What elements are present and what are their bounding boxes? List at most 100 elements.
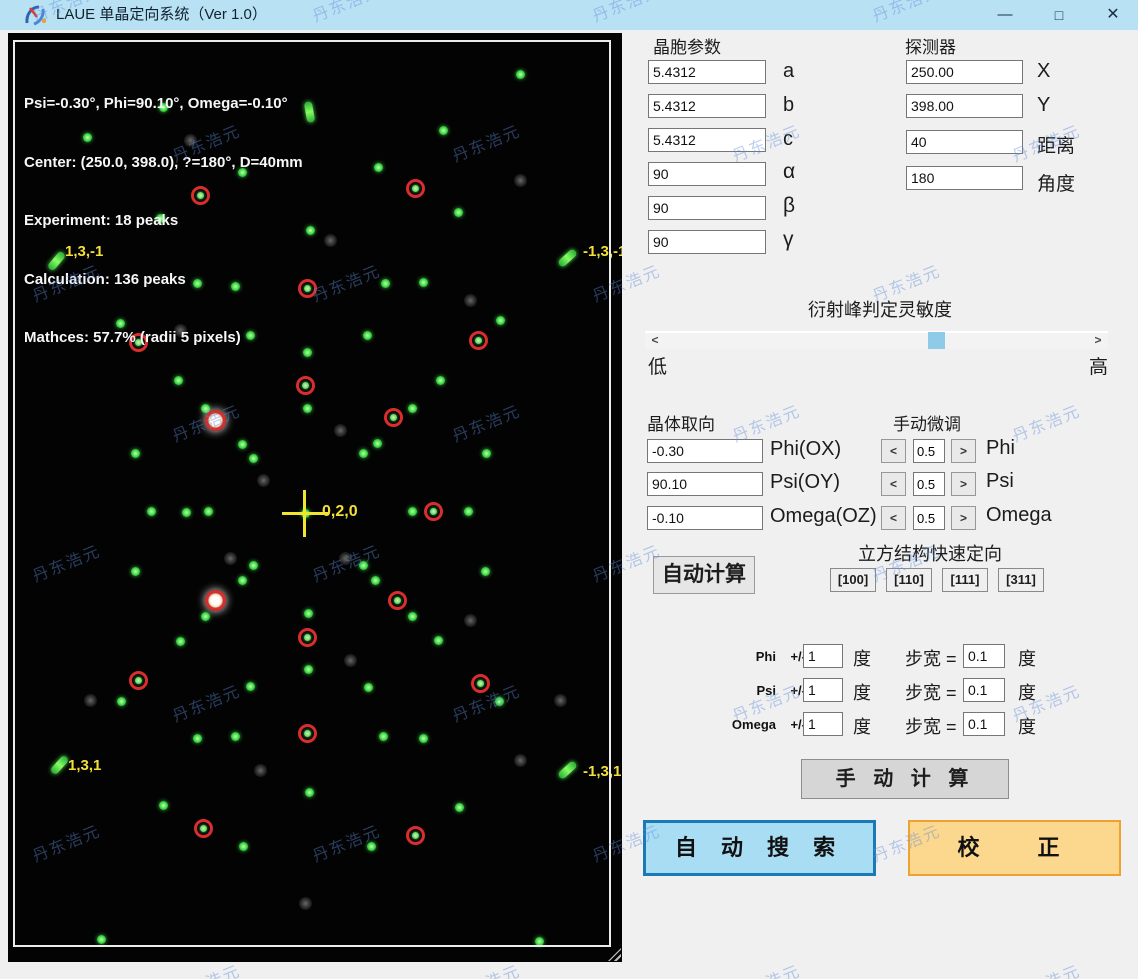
sensitivity-high-label: 高	[1089, 357, 1109, 378]
omega-oz-label: Omega(OZ)	[770, 505, 877, 527]
detector-y-label: Y	[1037, 94, 1051, 116]
scan-phi-deg2: 度	[1018, 649, 1036, 669]
omega-increase-button[interactable]: >	[951, 506, 976, 530]
diffraction-peak	[304, 787, 314, 797]
omega-decrease-button[interactable]: <	[881, 506, 906, 530]
scan-psi-range-field[interactable]	[803, 678, 843, 702]
manual-calculate-button[interactable]: 手 动 计 算	[801, 759, 1009, 799]
diffraction-peak	[245, 681, 255, 691]
omega-step-field[interactable]	[913, 506, 945, 530]
diffraction-peak	[453, 207, 463, 217]
sensitivity-slider[interactable]: < >	[645, 330, 1108, 350]
cell-b-label: b	[783, 94, 795, 116]
slider-thumb[interactable]	[928, 332, 945, 349]
titlebar: LAUE 单晶定向系统（Ver 1.0） — □ ✕	[0, 0, 1138, 30]
faint-blob	[323, 233, 337, 247]
detector-y-field[interactable]	[906, 94, 1023, 118]
cell-beta-field[interactable]	[648, 196, 766, 220]
detector-distance-label: 距离	[1037, 136, 1076, 157]
psi-step-field[interactable]	[913, 472, 945, 496]
cubic-311-button[interactable]: [311]	[998, 568, 1044, 592]
info-line-angles: Psi=-0.30°, Phi=90.10°, Omega=-0.10°	[24, 95, 288, 112]
detector-angle-field[interactable]	[906, 166, 1023, 190]
diffraction-peak	[358, 448, 368, 458]
cubic-100-button[interactable]: [100]	[830, 568, 876, 592]
faint-blob	[298, 896, 312, 910]
auto-search-button[interactable]: 自 动 搜 索	[643, 820, 876, 876]
diffraction-peak	[248, 560, 258, 570]
faint-blob	[338, 551, 352, 565]
faint-blob	[253, 763, 267, 777]
scan-omega-step-label: 步宽 =	[905, 717, 957, 737]
image-info-overlay: Psi=-0.30°, Phi=90.10°, Omega=-0.10° Cen…	[24, 55, 303, 387]
detector-x-field[interactable]	[906, 60, 1023, 84]
scan-phi-step-label: 步宽 =	[905, 649, 957, 669]
diffraction-peak	[305, 225, 315, 235]
watermark-text: 丹东浩元	[728, 957, 804, 979]
scan-phi-step-field[interactable]	[963, 644, 1005, 668]
watermark-text: 丹东浩元	[1010, 402, 1084, 446]
streak-peak	[556, 248, 578, 268]
diffraction-peak	[181, 507, 191, 517]
center-reflection-label: 0,2,0	[322, 503, 358, 520]
close-button[interactable]: ✕	[1096, 0, 1130, 30]
bright-peak	[204, 409, 226, 431]
slider-left-arrow-icon[interactable]: <	[647, 332, 663, 348]
hkl-index-label: 1,3,1	[68, 757, 102, 774]
slider-right-arrow-icon[interactable]: >	[1090, 332, 1106, 348]
laue-image-panel[interactable]: Psi=-0.30°, Phi=90.10°, Omega=-0.10° Cen…	[8, 33, 622, 962]
fine-tune-phi-label: Phi	[986, 437, 1015, 459]
cell-a-field[interactable]	[648, 60, 766, 84]
scan-omega-step-field[interactable]	[963, 712, 1005, 736]
slider-track[interactable]	[645, 331, 1108, 349]
streak-peak	[49, 754, 69, 776]
cell-beta-label: β	[783, 194, 796, 217]
phi-decrease-button[interactable]: <	[881, 439, 906, 463]
minimize-button[interactable]: —	[988, 0, 1022, 30]
cubic-110-button[interactable]: [110]	[886, 568, 932, 592]
scan-phi-range-field[interactable]	[803, 644, 843, 668]
cell-gamma-field[interactable]	[648, 230, 766, 254]
phi-increase-button[interactable]: >	[951, 439, 976, 463]
cell-a-label: a	[783, 60, 795, 82]
cell-b-field[interactable]	[648, 94, 766, 118]
cell-c-field[interactable]	[648, 128, 766, 152]
scan-omega-label: Omega	[731, 717, 776, 732]
maximize-button[interactable]: □	[1042, 0, 1076, 30]
diffraction-peak	[237, 575, 247, 585]
diffraction-peak	[418, 277, 428, 287]
diffraction-peak	[192, 733, 202, 743]
cell-alpha-field[interactable]	[648, 162, 766, 186]
diffraction-peak	[130, 448, 140, 458]
scan-phi-label: Phi	[755, 649, 776, 664]
detector-distance-field[interactable]	[906, 130, 1023, 154]
diffraction-peak	[248, 453, 258, 463]
psi-decrease-button[interactable]: <	[881, 472, 906, 496]
auto-calculate-button[interactable]: 自动计算	[653, 556, 755, 594]
diffraction-peak	[534, 936, 544, 946]
phi-ox-field[interactable]	[647, 439, 763, 463]
diffraction-peak	[130, 566, 140, 576]
cubic-111-button[interactable]: [111]	[942, 568, 988, 592]
watermark-text: 丹东浩元	[1008, 957, 1084, 979]
scan-omega-range-field[interactable]	[803, 712, 843, 736]
diffraction-peak	[175, 636, 185, 646]
calibrate-button[interactable]: 校 正	[908, 820, 1121, 876]
phi-step-field[interactable]	[913, 439, 945, 463]
matched-peak-circle	[297, 627, 317, 647]
psi-oy-label: Psi(OY)	[770, 471, 840, 493]
faint-blob	[343, 653, 357, 667]
psi-increase-button[interactable]: >	[951, 472, 976, 496]
diffraction-peak	[366, 841, 376, 851]
scan-psi-step-field[interactable]	[963, 678, 1005, 702]
matched-peak-circle	[383, 407, 403, 427]
faint-blob	[333, 423, 347, 437]
diffraction-peak	[230, 731, 240, 741]
hkl-index-label: 1,3,-1	[65, 243, 104, 260]
omega-oz-field[interactable]	[647, 506, 763, 530]
streak-peak	[556, 760, 578, 780]
psi-oy-field[interactable]	[647, 472, 763, 496]
app-window: LAUE 单晶定向系统（Ver 1.0） — □ ✕ Psi=-0.30°, P…	[0, 0, 1138, 979]
diffraction-peak	[372, 438, 382, 448]
diffraction-peak	[303, 608, 313, 618]
